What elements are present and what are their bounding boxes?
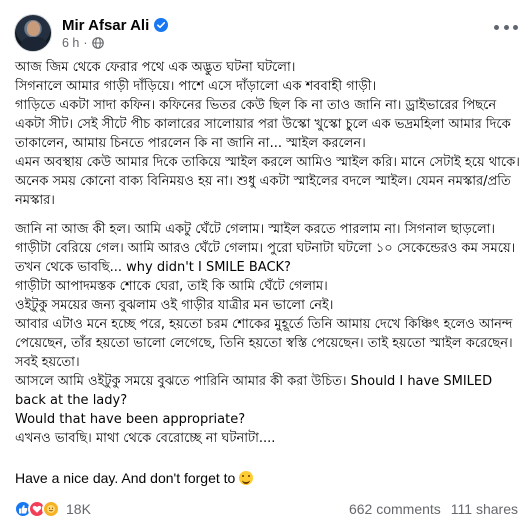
post-paragraph: গাড়ীটা আপাদমস্তক শোকে ঘেরা, তাই কি আমি … bbox=[15, 279, 328, 294]
post-paragraph: জানি না আজ কী হল। আমি একটু ঘেঁটে গেলাম। … bbox=[15, 222, 516, 256]
post-header: Mir Afsar Ali 6 h · bbox=[14, 13, 169, 53]
meta-separator: · bbox=[83, 35, 88, 50]
post-paragraph: গাড়িতে একটা সাদা কফিন। কফিনের ভিতর কেউ … bbox=[15, 98, 511, 151]
facebook-post: Mir Afsar Ali 6 h · আজ জিম থেকে ফেরার পথ… bbox=[0, 0, 532, 527]
more-dot bbox=[494, 24, 499, 30]
reactions-summary[interactable]: 18K bbox=[14, 500, 91, 518]
globe-icon bbox=[91, 36, 104, 49]
post-paragraph: এমন অবস্থায় কেউ আমার দিকে তাকিয়ে স্মাই… bbox=[15, 155, 520, 208]
post-meta: Mir Afsar Ali 6 h · bbox=[62, 17, 169, 50]
more-dot bbox=[503, 24, 509, 30]
reaction-count: 18K bbox=[66, 501, 91, 517]
author-row: Mir Afsar Ali bbox=[62, 17, 169, 34]
post-time[interactable]: 6 h bbox=[62, 36, 79, 50]
post-paragraph: Would that have been appropriate? bbox=[15, 412, 246, 427]
smile-emoji-icon bbox=[239, 471, 254, 485]
closing-line: Have a nice day. And don't forget to bbox=[15, 470, 254, 486]
post-paragraph: আজ জিম থেকে ফেরার পথে এক অদ্ভুত ঘটনা ঘটল… bbox=[15, 60, 296, 75]
timestamp-row: 6 h · bbox=[62, 36, 168, 50]
post-paragraph: সিগনালে আমার গাড়ী দাঁড়িয়ে। পাশে এসে দ… bbox=[15, 79, 377, 94]
care-icon bbox=[42, 500, 60, 518]
post-body: আজ জিম থেকে ফেরার পথে এক অদ্ভুত ঘটনা ঘটল… bbox=[15, 58, 523, 448]
closing-text: Have a nice day. And don't forget to bbox=[15, 470, 236, 486]
post-paragraph: আসলে আমি ওইটুকু সময়ে বুঝতে পারিনি আমার … bbox=[15, 374, 493, 408]
avatar[interactable] bbox=[14, 14, 52, 52]
verified-badge-icon bbox=[154, 18, 169, 32]
post-paragraph: তখন থেকে ভাবছি... why didn't I SMILE BAC… bbox=[15, 260, 291, 275]
author-name[interactable]: Mir Afsar Ali bbox=[62, 17, 149, 34]
post-paragraph: এখনও ভাবছি। মাথা থেকে বেরোচ্ছে না ঘটনাটা… bbox=[15, 431, 276, 446]
comment-share-stats: 662 comments 111 shares bbox=[349, 501, 518, 517]
engagement-bar: 18K 662 comments 111 shares bbox=[14, 498, 518, 520]
more-dot bbox=[513, 24, 518, 30]
avatar-face bbox=[27, 21, 40, 36]
avatar-body bbox=[21, 37, 47, 51]
post-paragraph: আবার এটাও মনে হচ্ছে পরে, হয়তো চরম শোকের… bbox=[15, 317, 513, 370]
shares-count[interactable]: 111 shares bbox=[451, 501, 518, 517]
post-paragraph: ওইটুকু সময়ের জন্য বুঝলাম ওই গাড়ীর যাত্… bbox=[15, 298, 334, 313]
comments-count[interactable]: 662 comments bbox=[349, 501, 441, 517]
more-options-icon[interactable] bbox=[494, 18, 518, 36]
